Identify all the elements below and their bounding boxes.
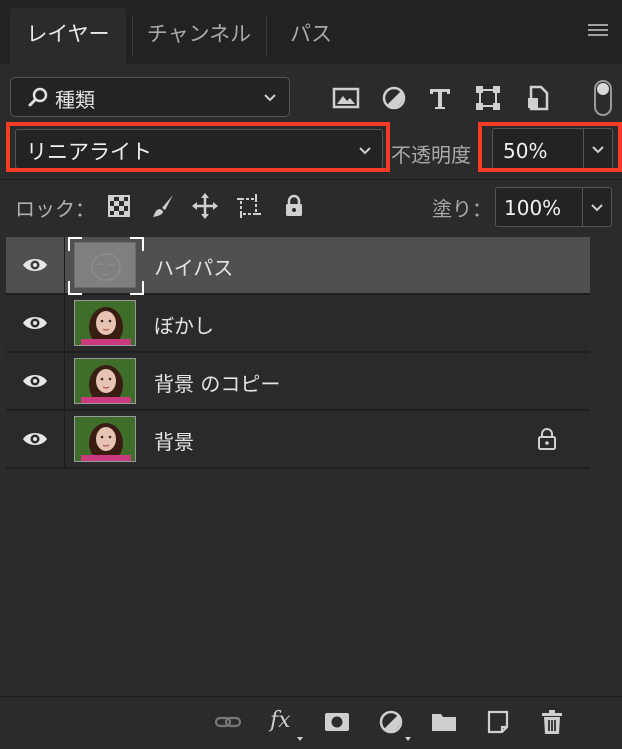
adjustment-filter-icon[interactable]	[380, 84, 408, 112]
row-divider	[64, 411, 65, 467]
new-adjustment-layer-icon[interactable]	[377, 709, 405, 735]
chevron-down-icon	[264, 94, 276, 102]
row-divider	[64, 295, 65, 351]
selection-corner	[68, 237, 82, 251]
delete-layer-trash-icon[interactable]	[538, 709, 566, 735]
image-filter-icon[interactable]	[332, 84, 360, 112]
submenu-triangle-icon	[405, 737, 411, 741]
opacity-highlight	[478, 122, 622, 172]
layer-row-blur[interactable]: ぼかし	[6, 295, 590, 351]
submenu-triangle-icon	[297, 737, 303, 741]
layer-list: ハイパス ぼかし 背景 のコピー 背景	[6, 237, 590, 469]
new-group-folder-icon[interactable]	[430, 709, 458, 735]
fill-label: 塗り：	[432, 197, 492, 221]
portrait-thumbnail-image	[75, 359, 135, 403]
lock-image-pixels-brush-icon[interactable]	[150, 193, 176, 219]
layer-effects-fx-button[interactable]: fx	[270, 709, 298, 735]
filter-kind-select[interactable]: 種類	[10, 77, 290, 117]
fill-input[interactable]: 100%	[495, 187, 583, 227]
layer-name[interactable]: 背景	[154, 426, 194, 455]
filter-kind-label: 種類	[55, 88, 95, 112]
blend-mode-highlight	[6, 122, 390, 172]
layer-row-background-copy[interactable]: 背景 のコピー	[6, 353, 590, 409]
link-layers-icon[interactable]	[214, 709, 242, 735]
tab-paths[interactable]: パス	[272, 8, 350, 64]
opacity-label: 不透明度	[391, 143, 471, 167]
row-divider	[64, 237, 65, 293]
layer-name[interactable]: 背景 のコピー	[154, 368, 280, 397]
divider	[0, 179, 622, 180]
tab-channels[interactable]: チャンネル	[138, 8, 260, 64]
lock-label: ロック：	[15, 197, 95, 221]
highpass-thumbnail-image	[75, 243, 135, 287]
fill-value: 100%	[504, 196, 562, 220]
visibility-eye-icon[interactable]	[22, 429, 48, 449]
layer-row-highpass[interactable]: ハイパス	[6, 237, 590, 295]
layer-thumbnail-photo[interactable]	[74, 300, 136, 346]
tab-divider	[132, 16, 133, 56]
visibility-eye-icon[interactable]	[22, 313, 48, 333]
portrait-thumbnail-image	[75, 417, 135, 461]
visibility-eye-icon[interactable]	[22, 371, 48, 391]
layer-thumbnail-highpass[interactable]	[74, 242, 136, 288]
layer-row-background[interactable]: 背景	[6, 411, 590, 467]
search-icon	[28, 87, 48, 107]
panel-menu-icon[interactable]	[588, 24, 608, 40]
smart-object-filter-icon[interactable]	[524, 84, 552, 112]
lock-all-icon[interactable]	[281, 193, 307, 219]
tab-bar: レイヤー チャンネル パス	[0, 0, 622, 64]
filter-toggle[interactable]	[594, 80, 612, 116]
tab-layers[interactable]: レイヤー	[10, 8, 126, 64]
layer-lock-icon[interactable]	[536, 427, 558, 451]
type-filter-icon[interactable]	[426, 84, 454, 112]
lock-artboard-icon[interactable]	[236, 193, 262, 219]
new-layer-icon[interactable]	[484, 709, 512, 735]
layer-thumbnail-photo[interactable]	[74, 416, 136, 462]
tab-divider	[266, 16, 267, 56]
layers-bottom-toolbar: fx	[0, 696, 622, 749]
visibility-eye-icon[interactable]	[22, 255, 48, 275]
layer-thumbnail-photo[interactable]	[74, 358, 136, 404]
chevron-down-icon	[591, 204, 603, 212]
layer-name[interactable]: ハイパス	[154, 252, 233, 281]
selection-corner	[130, 237, 144, 251]
lock-transparent-pixels-icon[interactable]	[106, 193, 132, 219]
selection-corner	[130, 281, 144, 295]
row-divider	[64, 353, 65, 409]
shape-filter-icon[interactable]	[474, 84, 502, 112]
layers-panel: レイヤー チャンネル パス 種類 リニアライト 不透明度 50% ロック： 塗り…	[0, 0, 622, 749]
lock-position-move-icon[interactable]	[192, 193, 218, 219]
layer-name[interactable]: ぼかし	[154, 310, 214, 339]
fill-dropdown-button[interactable]	[582, 187, 612, 227]
selection-corner	[68, 281, 82, 295]
portrait-thumbnail-image	[75, 301, 135, 345]
add-layer-mask-icon[interactable]	[323, 709, 351, 735]
